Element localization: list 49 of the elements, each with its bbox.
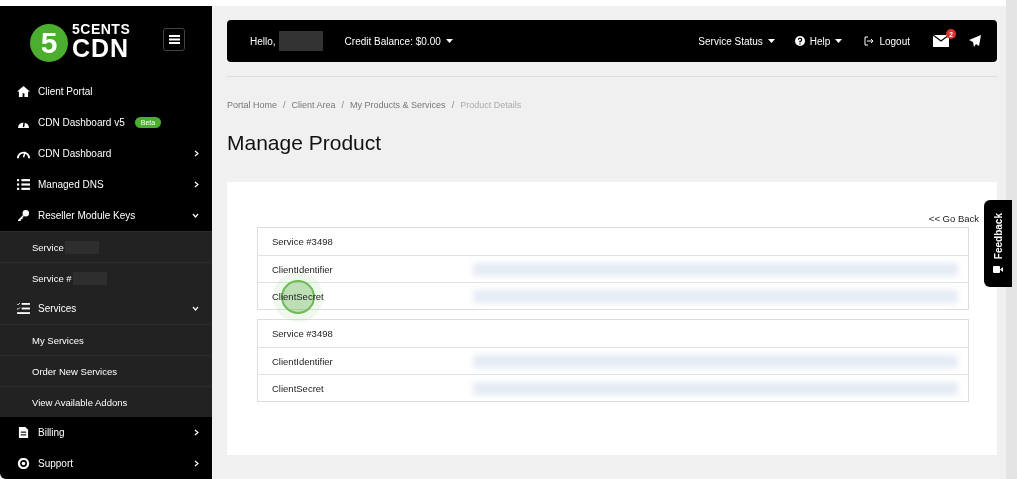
sidebar-item[interactable]: Reseller Module Keys [0, 200, 212, 231]
sidebar-item[interactable]: Managed DNS [0, 169, 212, 200]
sidebar-item[interactable]: Billing [0, 417, 212, 448]
checklist-icon [17, 303, 30, 314]
page-title: Manage Product [227, 131, 383, 155]
key-icon [17, 210, 30, 221]
credit-balance-menu[interactable]: Credit Balance: $0.00 [344, 35, 453, 47]
submenu-item[interactable]: Service # [0, 262, 212, 293]
breadcrumb-link[interactable]: My Products & Services [350, 100, 446, 110]
field-label: Service #3498 [272, 328, 333, 339]
breadcrumb-separator: / [341, 100, 345, 110]
sidebar-item[interactable]: Client Portal [0, 76, 212, 107]
life-ring-icon [17, 458, 30, 469]
field-label: ClientIdentifier [272, 355, 333, 367]
breadcrumb-separator: / [451, 100, 455, 110]
greeting: Hello, [250, 35, 276, 47]
menu-button[interactable] [163, 28, 185, 51]
feedback-tab[interactable]: Feedback [984, 200, 1012, 287]
sidebar-item[interactable]: CDN Dashboard [0, 138, 212, 169]
field-label: ClientSecret [272, 290, 324, 302]
help-menu[interactable]: Help [794, 35, 843, 47]
envelope-icon[interactable] [933, 35, 949, 47]
submenu-item[interactable]: View Available Addons [0, 386, 212, 417]
logout-link[interactable]: Logout [864, 35, 910, 47]
field-label: Service #3498 [272, 236, 333, 247]
video-camera-icon [993, 264, 1003, 274]
go-back-link[interactable]: << Go Back [928, 213, 979, 226]
submenu-item[interactable]: My Services [0, 324, 212, 355]
breadcrumb-separator: / [283, 100, 286, 110]
caret-icon [445, 39, 453, 43]
logout-icon [864, 36, 875, 46]
caret-icon [767, 39, 775, 43]
field-label: ClientSecret [272, 382, 324, 394]
scrollbar[interactable] [1006, 0, 1017, 479]
menu-icon [168, 35, 180, 44]
field-label: ClientIdentifier [272, 263, 333, 275]
breadcrumb-link[interactable]: Portal Home [227, 100, 278, 110]
submenu-item[interactable]: Order New Services [0, 355, 212, 386]
breadcrumb-link[interactable]: Client Area [291, 100, 336, 110]
home-icon [17, 86, 30, 97]
sidebar-item[interactable]: Support [0, 448, 212, 479]
document-icon [17, 427, 30, 438]
sidebar-item[interactable]: Services [0, 293, 212, 324]
caret-icon [835, 39, 843, 43]
help-icon [794, 36, 805, 46]
list-icon [17, 179, 30, 190]
service-status-menu[interactable]: Service Status [698, 35, 775, 47]
send-icon[interactable] [969, 35, 981, 47]
submenu-item[interactable]: Service [0, 231, 212, 262]
